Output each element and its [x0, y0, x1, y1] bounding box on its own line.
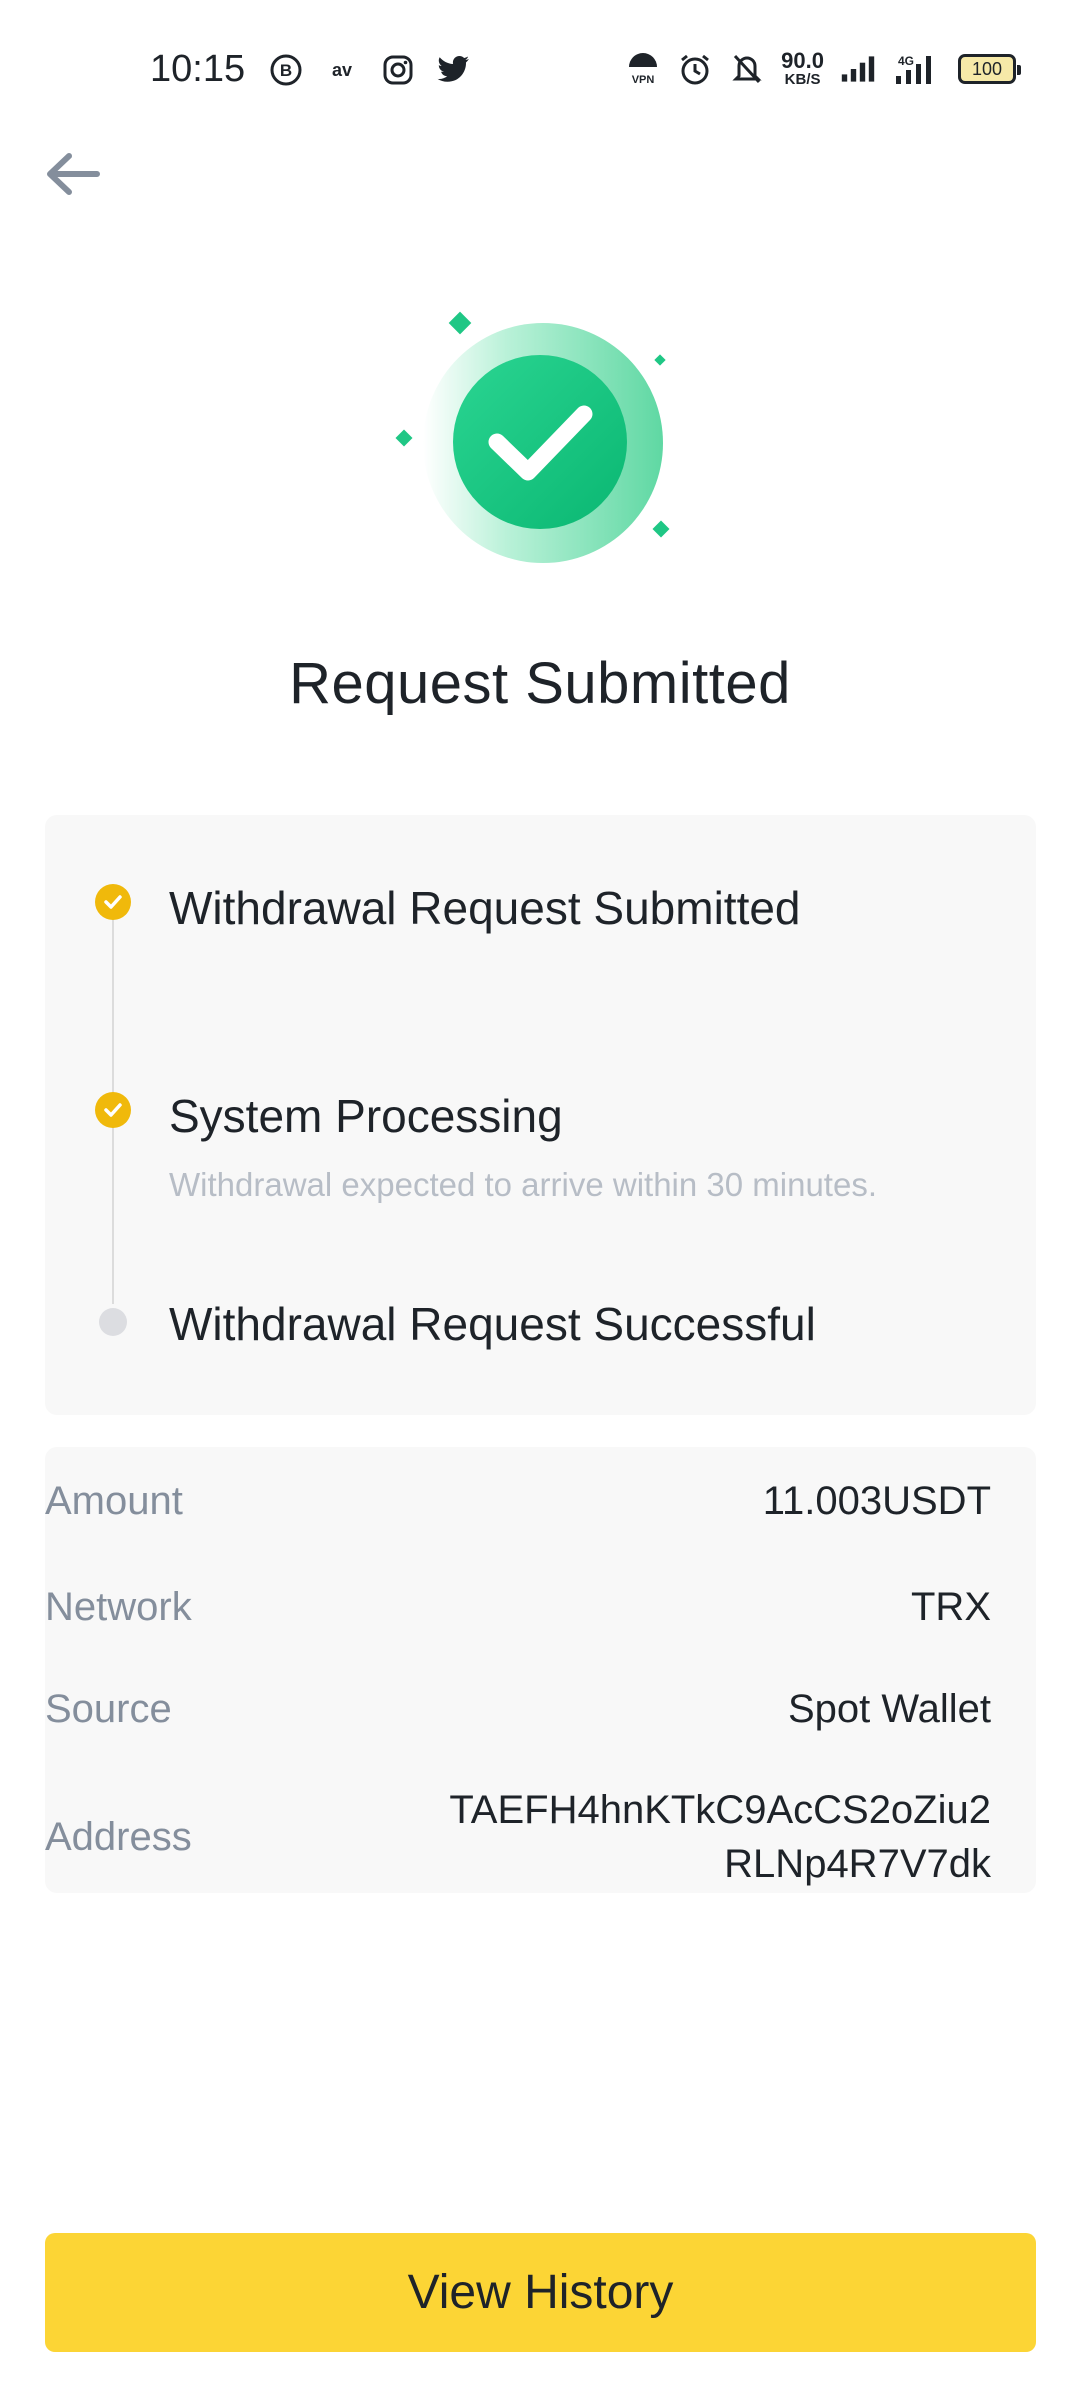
source-label: Source	[45, 1686, 172, 1731]
step-submitted: Withdrawal Request Submitted	[95, 880, 801, 936]
system-icons: VPN 90.0 KB/S 4G 100	[625, 48, 1021, 88]
signal-4g-icon: 4G	[892, 51, 942, 87]
network-label: Network	[45, 1584, 192, 1629]
svg-text:B: B	[280, 61, 292, 80]
arrow-left-icon	[47, 153, 100, 195]
amount-value: 11.003USDT	[762, 1479, 991, 1523]
detail-row-network: Network TRX	[45, 1578, 991, 1636]
source-value: Spot Wallet	[787, 1687, 991, 1731]
address-label: Address	[45, 1814, 192, 1859]
network-value: TRX	[911, 1585, 991, 1629]
svg-text:4G: 4G	[898, 54, 914, 68]
step-subtitle: Withdrawal expected to arrive within 30 …	[169, 1166, 877, 1203]
step-successful: Withdrawal Request Successful	[95, 1296, 816, 1352]
detail-row-address: Address TAEFH4hnKTkC9AcCS2oZiu2RLNp4R7V7…	[45, 1782, 991, 1892]
status-bar: 10:15 B av VPN 90.0 KB/S 4G 100	[0, 0, 1080, 140]
success-illustration	[380, 300, 700, 580]
twitter-icon	[436, 52, 472, 88]
mute-bell-icon	[729, 51, 765, 87]
status-time: 10:15	[150, 48, 246, 90]
svg-text:av: av	[332, 60, 352, 80]
step-processing: System Processing Withdrawal expected to…	[95, 1088, 877, 1204]
svg-text:VPN: VPN	[632, 74, 655, 86]
battery-icon: 100	[958, 53, 1021, 84]
page-title: Request Submitted	[289, 651, 791, 716]
back-button[interactable]	[40, 148, 104, 200]
speed-unit: KB/S	[784, 71, 821, 88]
av-app-icon: av	[324, 52, 360, 88]
signal-icon	[840, 51, 876, 87]
detail-row-amount: Amount 11.003USDT	[45, 1472, 991, 1530]
instagram-icon	[380, 52, 416, 88]
step-title: Withdrawal Request Successful	[169, 1298, 816, 1350]
alarm-icon	[677, 51, 713, 87]
detail-row-source: Source Spot Wallet	[45, 1680, 991, 1738]
step-title: Withdrawal Request Submitted	[169, 882, 801, 934]
amount-label: Amount	[45, 1478, 183, 1523]
notification-icons: B av	[268, 52, 472, 88]
network-speed: 90.0 KB/S	[781, 48, 824, 88]
b-app-icon: B	[268, 52, 304, 88]
success-check-icon	[395, 311, 670, 563]
check-circle-icon	[95, 1092, 131, 1128]
step-title: System Processing	[169, 1090, 563, 1142]
address-value[interactable]: TAEFH4hnKTkC9AcCS2oZiu2RLNp4R7V7dk	[431, 1783, 991, 1891]
speed-value: 90.0	[781, 48, 824, 73]
view-history-button[interactable]: View History	[45, 2233, 1036, 2352]
pending-dot-icon	[99, 1308, 127, 1336]
check-circle-icon	[95, 884, 131, 920]
vpn-icon: VPN	[625, 51, 661, 87]
